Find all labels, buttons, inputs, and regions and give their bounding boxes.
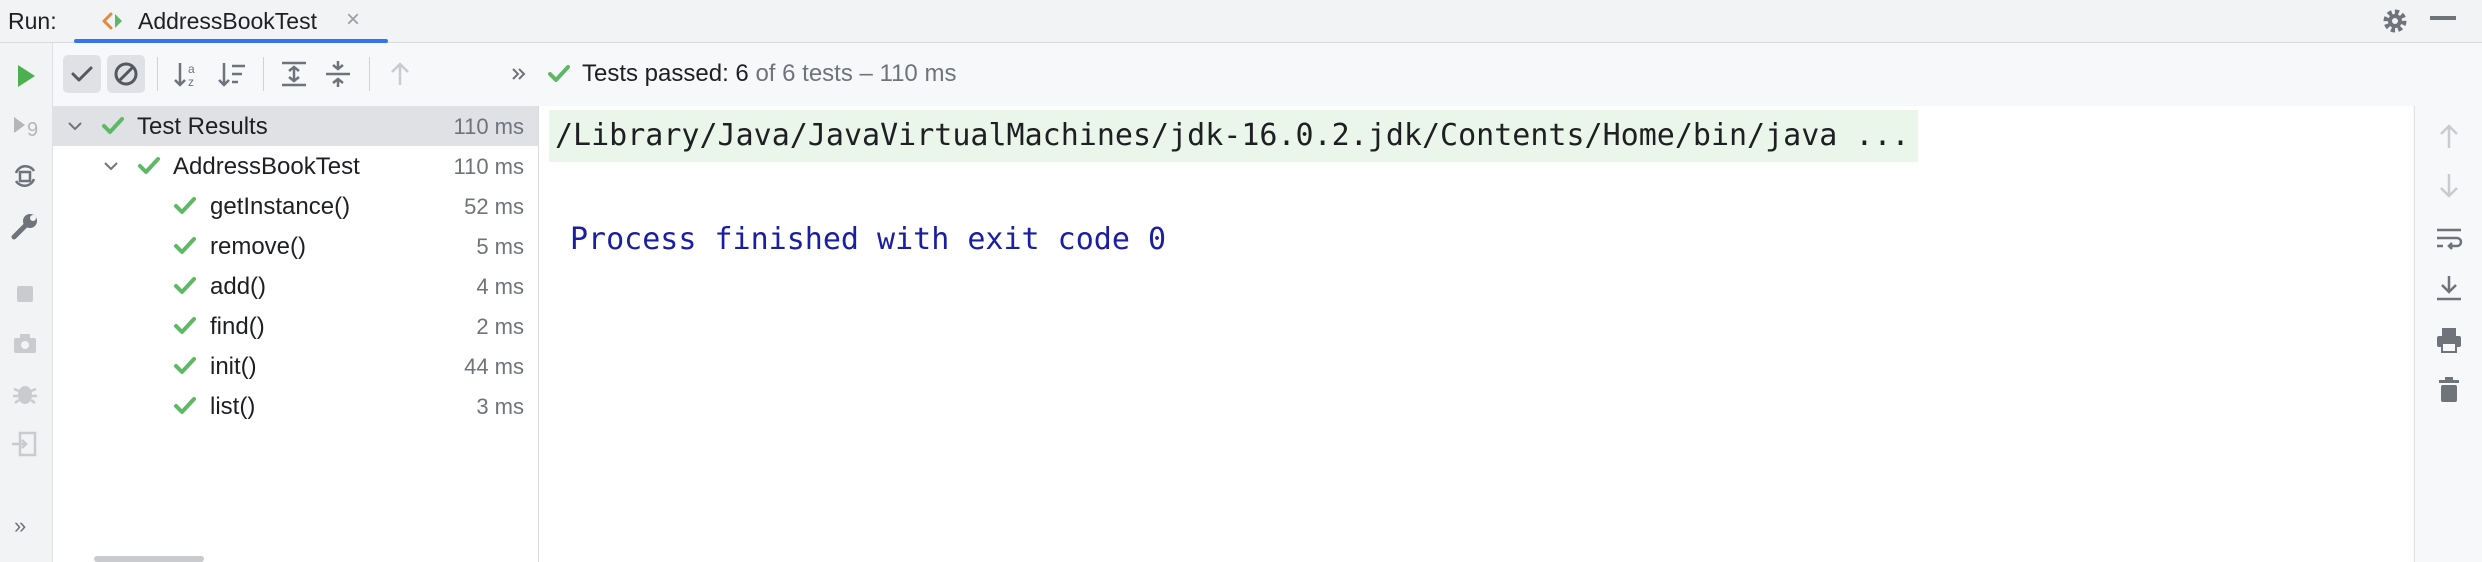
tree-row-test[interactable]: init() 44 ms	[53, 346, 538, 386]
toolbar-separator	[369, 57, 370, 91]
tree-row-test[interactable]: list() 3 ms	[53, 386, 538, 426]
tree-row-test[interactable]: remove() 5 ms	[53, 226, 538, 266]
print-icon[interactable]	[2433, 324, 2465, 356]
tree-row-label: add()	[210, 273, 267, 300]
more-icon	[512, 68, 526, 80]
tree-row-duration: 2 ms	[476, 314, 524, 339]
expand-all-button[interactable]	[275, 55, 313, 93]
tree-row-duration: 44 ms	[464, 354, 524, 379]
tree-row-test[interactable]: find() 2 ms	[53, 306, 538, 346]
tree-row-suite[interactable]: AddressBookTest 110 ms	[53, 146, 538, 186]
status-suffix: of 6 tests – 110 ms	[748, 60, 957, 87]
export-icon[interactable]	[8, 427, 42, 461]
svg-text:9: 9	[27, 119, 38, 141]
run-config-icon	[102, 12, 122, 30]
passed-icon	[174, 277, 196, 294]
status-prefix: Tests passed:	[582, 60, 736, 87]
tree-row-label: find()	[210, 313, 265, 340]
show-ignored-icon	[114, 62, 138, 86]
tree-row-label: remove()	[210, 233, 307, 260]
tree-row-duration: 3 ms	[476, 394, 524, 419]
gear-icon[interactable]	[2380, 6, 2410, 36]
tree-row-test[interactable]: add() 4 ms	[53, 266, 538, 306]
collapse-all-button[interactable]	[319, 55, 357, 93]
console-output[interactable]: /Library/Java/JavaVirtualMachines/jdk-16…	[539, 106, 2413, 562]
up-arrow-icon[interactable]	[2433, 120, 2465, 152]
down-arrow-icon[interactable]	[2433, 170, 2465, 202]
passed-icon	[174, 197, 196, 214]
tree-row-duration: 110 ms	[453, 114, 524, 139]
svg-text:a: a	[188, 62, 195, 76]
tree-row-duration: 4 ms	[476, 274, 524, 299]
chevron-down-icon[interactable]	[101, 156, 121, 176]
expand-all-icon	[282, 61, 306, 87]
show-passed-icon	[71, 66, 93, 82]
tree-row-label: getInstance()	[210, 193, 351, 220]
sort-by-duration-icon	[218, 63, 245, 87]
left-action-strip: 9 »	[0, 43, 53, 562]
rerun-failed-icon[interactable]: 9	[8, 109, 42, 143]
check-icon	[548, 65, 570, 82]
passed-icon	[138, 157, 160, 174]
horizontal-scrollbar[interactable]	[94, 556, 204, 562]
stop-icon[interactable]	[8, 277, 42, 311]
tree-row-test-results[interactable]: Test Results 110 ms	[53, 106, 538, 146]
tree-row-label: init()	[210, 353, 257, 380]
tree-row-duration: 5 ms	[476, 234, 524, 259]
passed-icon	[174, 237, 196, 254]
tree-row-duration: 52 ms	[464, 194, 524, 219]
console-exit-message: Process finished with exit code 0	[570, 222, 1167, 257]
toolbar-separator	[157, 57, 158, 91]
passed-icon	[174, 397, 196, 414]
tree-row-label: list()	[210, 393, 256, 420]
console-command-line[interactable]: /Library/Java/JavaVirtualMachines/jdk-16…	[549, 110, 1918, 162]
passed-icon	[102, 117, 124, 134]
show-ignored-button[interactable]	[107, 55, 145, 93]
test-toolbar: a z	[53, 43, 2482, 107]
passed-icon	[174, 317, 196, 334]
run-icon[interactable]	[8, 59, 42, 93]
status-count: 6	[735, 60, 749, 87]
test-status-text: Tests passed: 6 of 6 tests – 110 ms	[582, 60, 956, 88]
previous-failed-icon	[391, 62, 409, 85]
soft-wrap-icon[interactable]	[2433, 222, 2465, 254]
chevron-down-icon[interactable]	[65, 116, 85, 136]
more-actions-button[interactable]	[499, 55, 537, 93]
toolbar-separator	[263, 57, 264, 91]
tab-label[interactable]: AddressBookTest	[138, 8, 317, 35]
svg-text:z: z	[188, 75, 194, 89]
show-passed-button[interactable]	[63, 55, 101, 93]
console-action-strip	[2414, 106, 2482, 562]
camera-icon[interactable]	[8, 327, 42, 361]
tree-row-label: Test Results	[137, 113, 268, 140]
more-icon[interactable]: »	[14, 513, 26, 539]
test-results-tree: Test Results 110 ms AddressBookTest 110 …	[53, 106, 539, 562]
previous-failed-button[interactable]	[381, 55, 419, 93]
scroll-to-end-icon[interactable]	[2433, 272, 2465, 304]
tree-row-test[interactable]: getInstance() 52 ms	[53, 186, 538, 226]
collapse-all-icon	[326, 61, 350, 87]
sort-by-duration-button[interactable]	[213, 55, 251, 93]
run-label: Run:	[8, 8, 57, 34]
toggle-autotest-icon[interactable]	[8, 159, 42, 193]
wrench-icon[interactable]	[8, 209, 42, 243]
sort-alphabetically-icon: a z	[174, 62, 195, 89]
passed-icon	[174, 357, 196, 374]
tree-row-label: AddressBookTest	[173, 153, 360, 180]
debug-settings-icon[interactable]	[8, 377, 42, 411]
sort-alphabetically-button[interactable]: a z	[169, 55, 207, 93]
minimize-icon[interactable]	[2430, 16, 2456, 20]
close-icon[interactable]: ×	[346, 6, 360, 34]
tree-row-duration: 110 ms	[453, 154, 524, 179]
trash-icon[interactable]	[2433, 374, 2465, 406]
